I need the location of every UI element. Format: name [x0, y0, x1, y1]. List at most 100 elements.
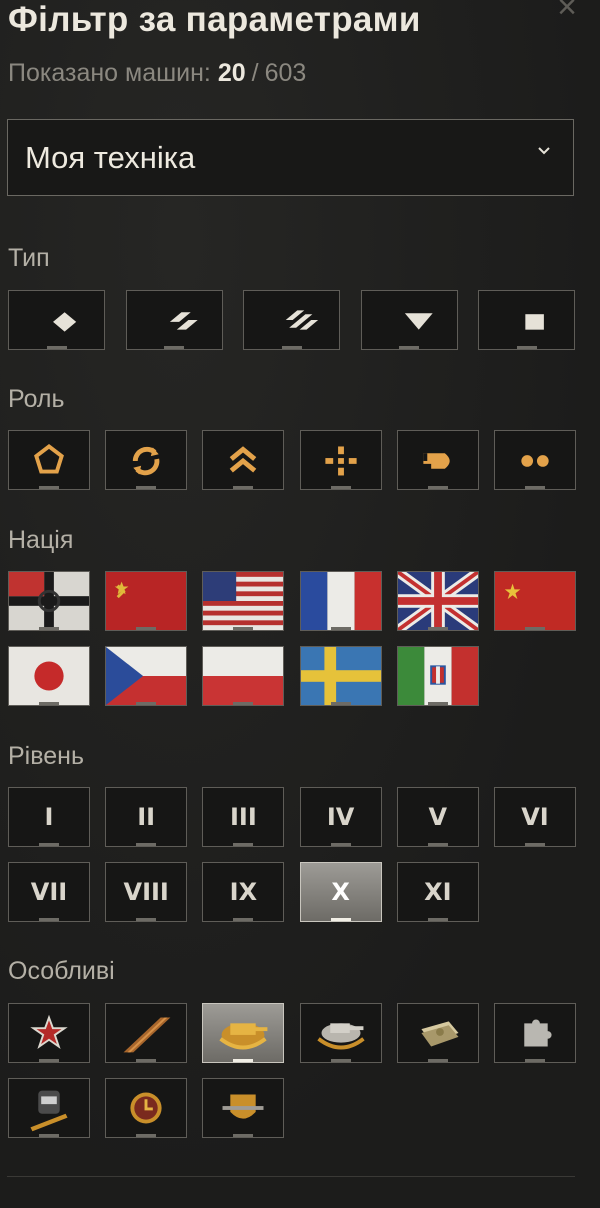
puzzle-icon: [524, 1019, 552, 1047]
nation-filter-japan[interactable]: [8, 646, 90, 706]
special-filter-elite-star[interactable]: [8, 1003, 90, 1063]
special-filter-premium-tank[interactable]: [202, 1003, 285, 1063]
special-filter-timer[interactable]: [105, 1078, 188, 1138]
china-flag: [495, 572, 575, 630]
dropdown-value: Моя техніка: [25, 140, 196, 175]
level-filter-6[interactable]: VI: [494, 787, 576, 847]
nation-filter-italy[interactable]: [396, 646, 479, 706]
france-flag: [300, 572, 381, 630]
level-label: IX: [229, 878, 258, 906]
rental-icon: [421, 1021, 459, 1047]
level-label: XI: [424, 878, 452, 906]
nation-filter-china[interactable]: [494, 571, 576, 631]
shield-badge-icon: [222, 1094, 264, 1119]
role-filter-breakthrough-role[interactable]: [202, 430, 285, 490]
role-filter-sniper-role[interactable]: [396, 430, 479, 490]
type-filter-spg[interactable]: [478, 290, 575, 350]
vehicles-shown-counter: Показано машин: 20/603: [8, 59, 306, 88]
medium-tank-icon: [169, 312, 198, 330]
special-filter-crew[interactable]: [8, 1078, 90, 1138]
total-count: 603: [264, 59, 307, 87]
type-filter-heavy-tank[interactable]: [243, 290, 340, 350]
special-filter-puzzle[interactable]: [494, 1003, 576, 1063]
special-filter-rental[interactable]: [396, 1003, 479, 1063]
collector-tank-icon: [316, 1023, 365, 1050]
section-label-role: Роль: [8, 385, 65, 413]
level-label: I: [44, 803, 54, 831]
crew-icon: [30, 1090, 68, 1132]
support-role-icon: [324, 446, 357, 476]
close-icon[interactable]: ×: [550, 0, 584, 24]
uk-flag: [397, 572, 478, 630]
japan-flag: [9, 647, 89, 705]
shown-count: 20: [217, 59, 246, 87]
sweden-flag: [300, 647, 381, 705]
role-filter-versatile-role[interactable]: [105, 430, 188, 490]
type-filter-light-tank[interactable]: [8, 290, 105, 350]
breakthrough-role-icon: [230, 446, 257, 473]
heavy-tank-icon: [285, 310, 319, 330]
shown-label: Показано машин:: [8, 59, 211, 87]
tank-destroyer-icon: [404, 313, 433, 330]
role-filter-support-role[interactable]: [299, 430, 382, 490]
level-label: VIII: [123, 878, 169, 906]
czech-flag: [106, 647, 187, 705]
nation-filter-ussr[interactable]: [105, 571, 188, 631]
germany-flag: [9, 572, 89, 630]
section-label-nation: Нація: [8, 526, 74, 554]
level-filter-4[interactable]: IV: [299, 787, 382, 847]
sniper-role-icon: [423, 453, 450, 469]
poland-flag: [203, 647, 284, 705]
nation-filter-sweden[interactable]: [299, 646, 382, 706]
elite-star-icon: [30, 1014, 68, 1050]
nation-filter-czech[interactable]: [105, 646, 188, 706]
wheeled-role-icon: [521, 455, 549, 467]
role-filter-assault-role[interactable]: [8, 430, 90, 490]
level-label: V: [428, 803, 448, 831]
level-label: III: [229, 803, 257, 831]
nation-filter-poland[interactable]: [202, 646, 285, 706]
special-filter-shield-badge[interactable]: [202, 1078, 285, 1138]
level-filter-9[interactable]: IX: [202, 862, 285, 922]
level-label: X: [331, 878, 350, 906]
section-label-level: Рівень: [8, 742, 84, 770]
versatile-role-icon: [133, 446, 160, 476]
spg-icon: [525, 314, 544, 330]
level-filter-8[interactable]: VIII: [105, 862, 188, 922]
level-label: VII: [30, 878, 68, 906]
nation-filter-uk[interactable]: [396, 571, 479, 631]
special-filter-collector-tank[interactable]: [299, 1003, 382, 1063]
level-label: VI: [521, 803, 549, 831]
role-filter-wheeled-role[interactable]: [494, 430, 576, 490]
bottom-divider: [7, 1176, 575, 1177]
nation-filter-france[interactable]: [299, 571, 382, 631]
timer-icon: [130, 1092, 162, 1124]
italy-flag: [397, 647, 478, 705]
assault-role-icon: [34, 444, 64, 474]
level-filter-3[interactable]: III: [202, 787, 285, 847]
vehicle-scope-dropdown[interactable]: Моя техніка: [7, 119, 574, 196]
level-label: IV: [326, 803, 355, 831]
page-title: Фільтр за параметрами: [8, 0, 421, 39]
light-tank-icon: [53, 312, 77, 332]
level-filter-2[interactable]: II: [105, 787, 188, 847]
level-filter-11[interactable]: XI: [396, 862, 479, 922]
level-label: II: [137, 803, 156, 831]
type-filter-medium-tank[interactable]: [125, 290, 223, 350]
section-label-special: Особливі: [8, 957, 115, 985]
nation-filter-germany[interactable]: [8, 571, 90, 631]
nation-filter-usa[interactable]: [202, 571, 285, 631]
level-filter-5[interactable]: V: [396, 787, 479, 847]
premium-shell-icon: [123, 1017, 171, 1053]
count-separator: /: [251, 59, 259, 87]
ussr-flag: [106, 572, 187, 630]
premium-tank-icon: [219, 1023, 268, 1050]
usa-flag: [203, 572, 284, 630]
section-label-type: Тип: [8, 244, 50, 272]
type-filter-tank-destroyer[interactable]: [360, 290, 458, 350]
level-filter-10[interactable]: X: [299, 862, 382, 922]
level-filter-7[interactable]: VII: [8, 862, 90, 922]
special-filter-premium-shell[interactable]: [105, 1003, 188, 1063]
level-filter-1[interactable]: I: [8, 787, 90, 847]
chevron-down-icon: [538, 147, 550, 155]
